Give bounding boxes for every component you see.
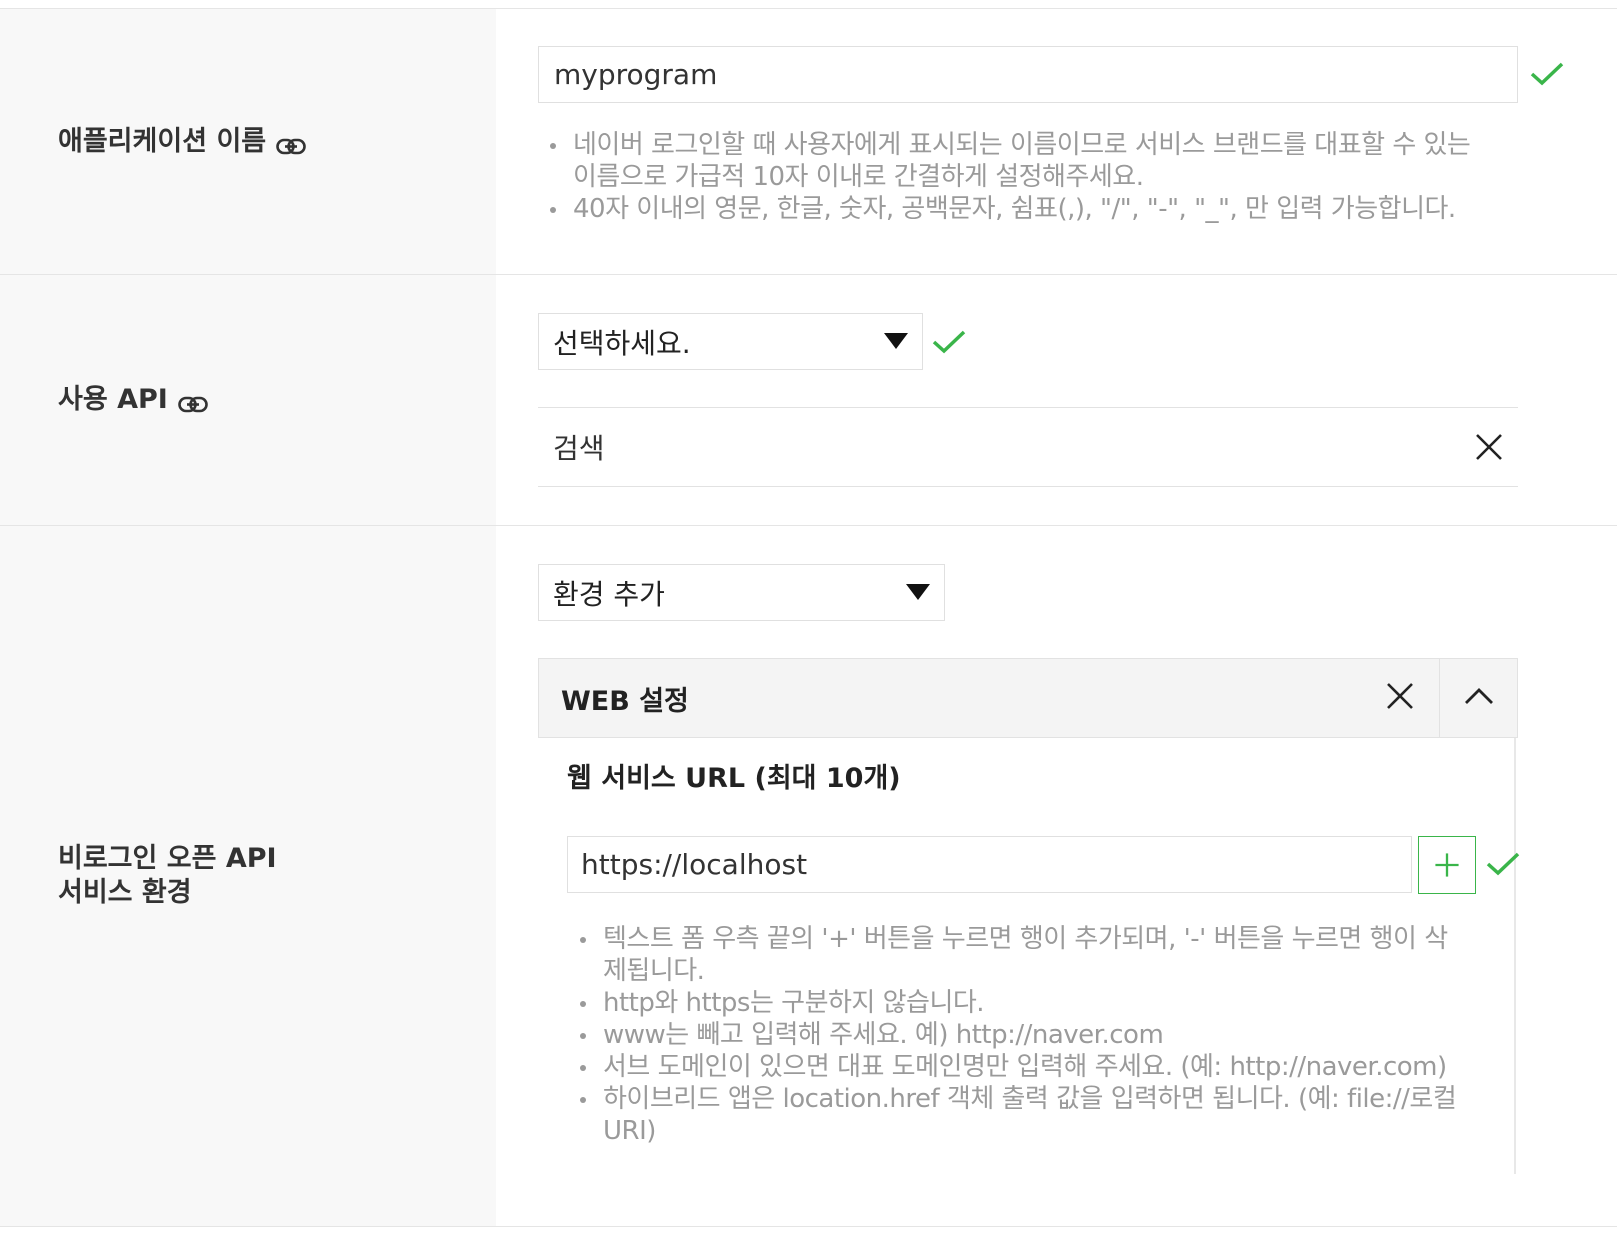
environment-select[interactable]: 환경 추가: [538, 564, 945, 621]
help-item: 텍스트 폼 우측 끝의 '+' 버튼을 누르면 행이 추가되며, '-' 버튼을…: [580, 923, 1470, 987]
web-url-input-value: https://localhost: [581, 848, 808, 881]
api-row: 사용 API 선택하세요. 검색: [0, 275, 1617, 526]
selected-api-item: 검색: [538, 407, 1518, 487]
environment-row: 비로그인 오픈 API 서비스 환경 환경 추가 WEB 설정 웹 서비스 UR…: [0, 526, 1617, 1227]
web-settings-header: WEB 설정: [538, 658, 1518, 738]
check-icon: [932, 329, 966, 355]
plus-icon[interactable]: [1418, 836, 1476, 894]
api-field-cell: 선택하세요. 검색: [496, 275, 1617, 525]
web-settings-title: WEB 설정: [561, 685, 689, 717]
environment-label-line2: 서비스 환경: [58, 877, 192, 908]
app-registration-form: 애플리케이션 이름 myprogram 네이버 로그인할 때 사용자에게 표시되…: [0, 8, 1617, 1227]
app-name-field-cell: myprogram 네이버 로그인할 때 사용자에게 표시되는 이름이므로 서비…: [496, 9, 1617, 274]
app-name-label: 애플리케이션 이름: [58, 125, 267, 157]
caret-down-icon: [906, 583, 930, 600]
help-item: 서브 도메인이 있으면 대표 도메인명만 입력해 주세요. (예: http:/…: [580, 1051, 1470, 1083]
close-icon[interactable]: [1385, 681, 1415, 711]
app-name-row: 애플리케이션 이름 myprogram 네이버 로그인할 때 사용자에게 표시되…: [0, 9, 1617, 275]
environment-label-cell: 비로그인 오픈 API 서비스 환경: [0, 526, 496, 1226]
app-name-input-value: myprogram: [554, 58, 718, 91]
app-name-help-list: 네이버 로그인할 때 사용자에게 표시되는 이름이므로 서비스 브랜드를 대표할…: [550, 129, 1480, 225]
web-url-section-title: 웹 서비스 URL (최대 10개): [567, 763, 901, 794]
link-icon[interactable]: [276, 132, 306, 154]
app-name-label-cell: 애플리케이션 이름: [0, 9, 496, 274]
chevron-up-icon[interactable]: [1464, 681, 1494, 711]
environment-field-cell: 환경 추가 WEB 설정 웹 서비스 URL (최대 10개) https://…: [496, 526, 1617, 1226]
api-select[interactable]: 선택하세요.: [538, 313, 923, 370]
help-item: www는 빼고 입력해 주세요. 예) http://naver.com: [580, 1019, 1470, 1051]
api-select-value: 선택하세요.: [553, 326, 691, 360]
help-item: http와 https는 구분하지 않습니다.: [580, 987, 1470, 1019]
check-icon: [1530, 61, 1564, 87]
help-item: 40자 이내의 영문, 한글, 숫자, 공백문자, 쉼표(,), "/", "-…: [550, 193, 1480, 225]
check-icon: [1486, 851, 1520, 877]
web-url-help-list: 텍스트 폼 우측 끝의 '+' 버튼을 누르면 행이 추가되며, '-' 버튼을…: [580, 923, 1470, 1147]
selected-api-label: 검색: [553, 432, 605, 465]
environment-label-line1: 비로그인 오픈 API: [58, 843, 277, 874]
close-icon[interactable]: [1474, 432, 1504, 462]
help-item: 네이버 로그인할 때 사용자에게 표시되는 이름이므로 서비스 브랜드를 대표할…: [550, 129, 1480, 193]
environment-select-value: 환경 추가: [553, 577, 665, 611]
web-settings-body: 웹 서비스 URL (최대 10개) https://localhost 텍스트…: [538, 738, 1520, 1174]
help-item: 하이브리드 앱은 location.href 객체 출력 값을 입력하면 됩니다…: [580, 1083, 1470, 1147]
header-divider: [1439, 659, 1440, 737]
app-name-input[interactable]: myprogram: [538, 46, 1518, 103]
web-url-input[interactable]: https://localhost: [567, 836, 1412, 893]
caret-down-icon: [884, 332, 908, 349]
api-label: 사용 API: [58, 384, 168, 415]
api-label-cell: 사용 API: [0, 275, 496, 525]
web-settings-panel: WEB 설정 웹 서비스 URL (최대 10개) https://localh…: [538, 658, 1520, 1178]
link-icon[interactable]: [178, 390, 208, 413]
